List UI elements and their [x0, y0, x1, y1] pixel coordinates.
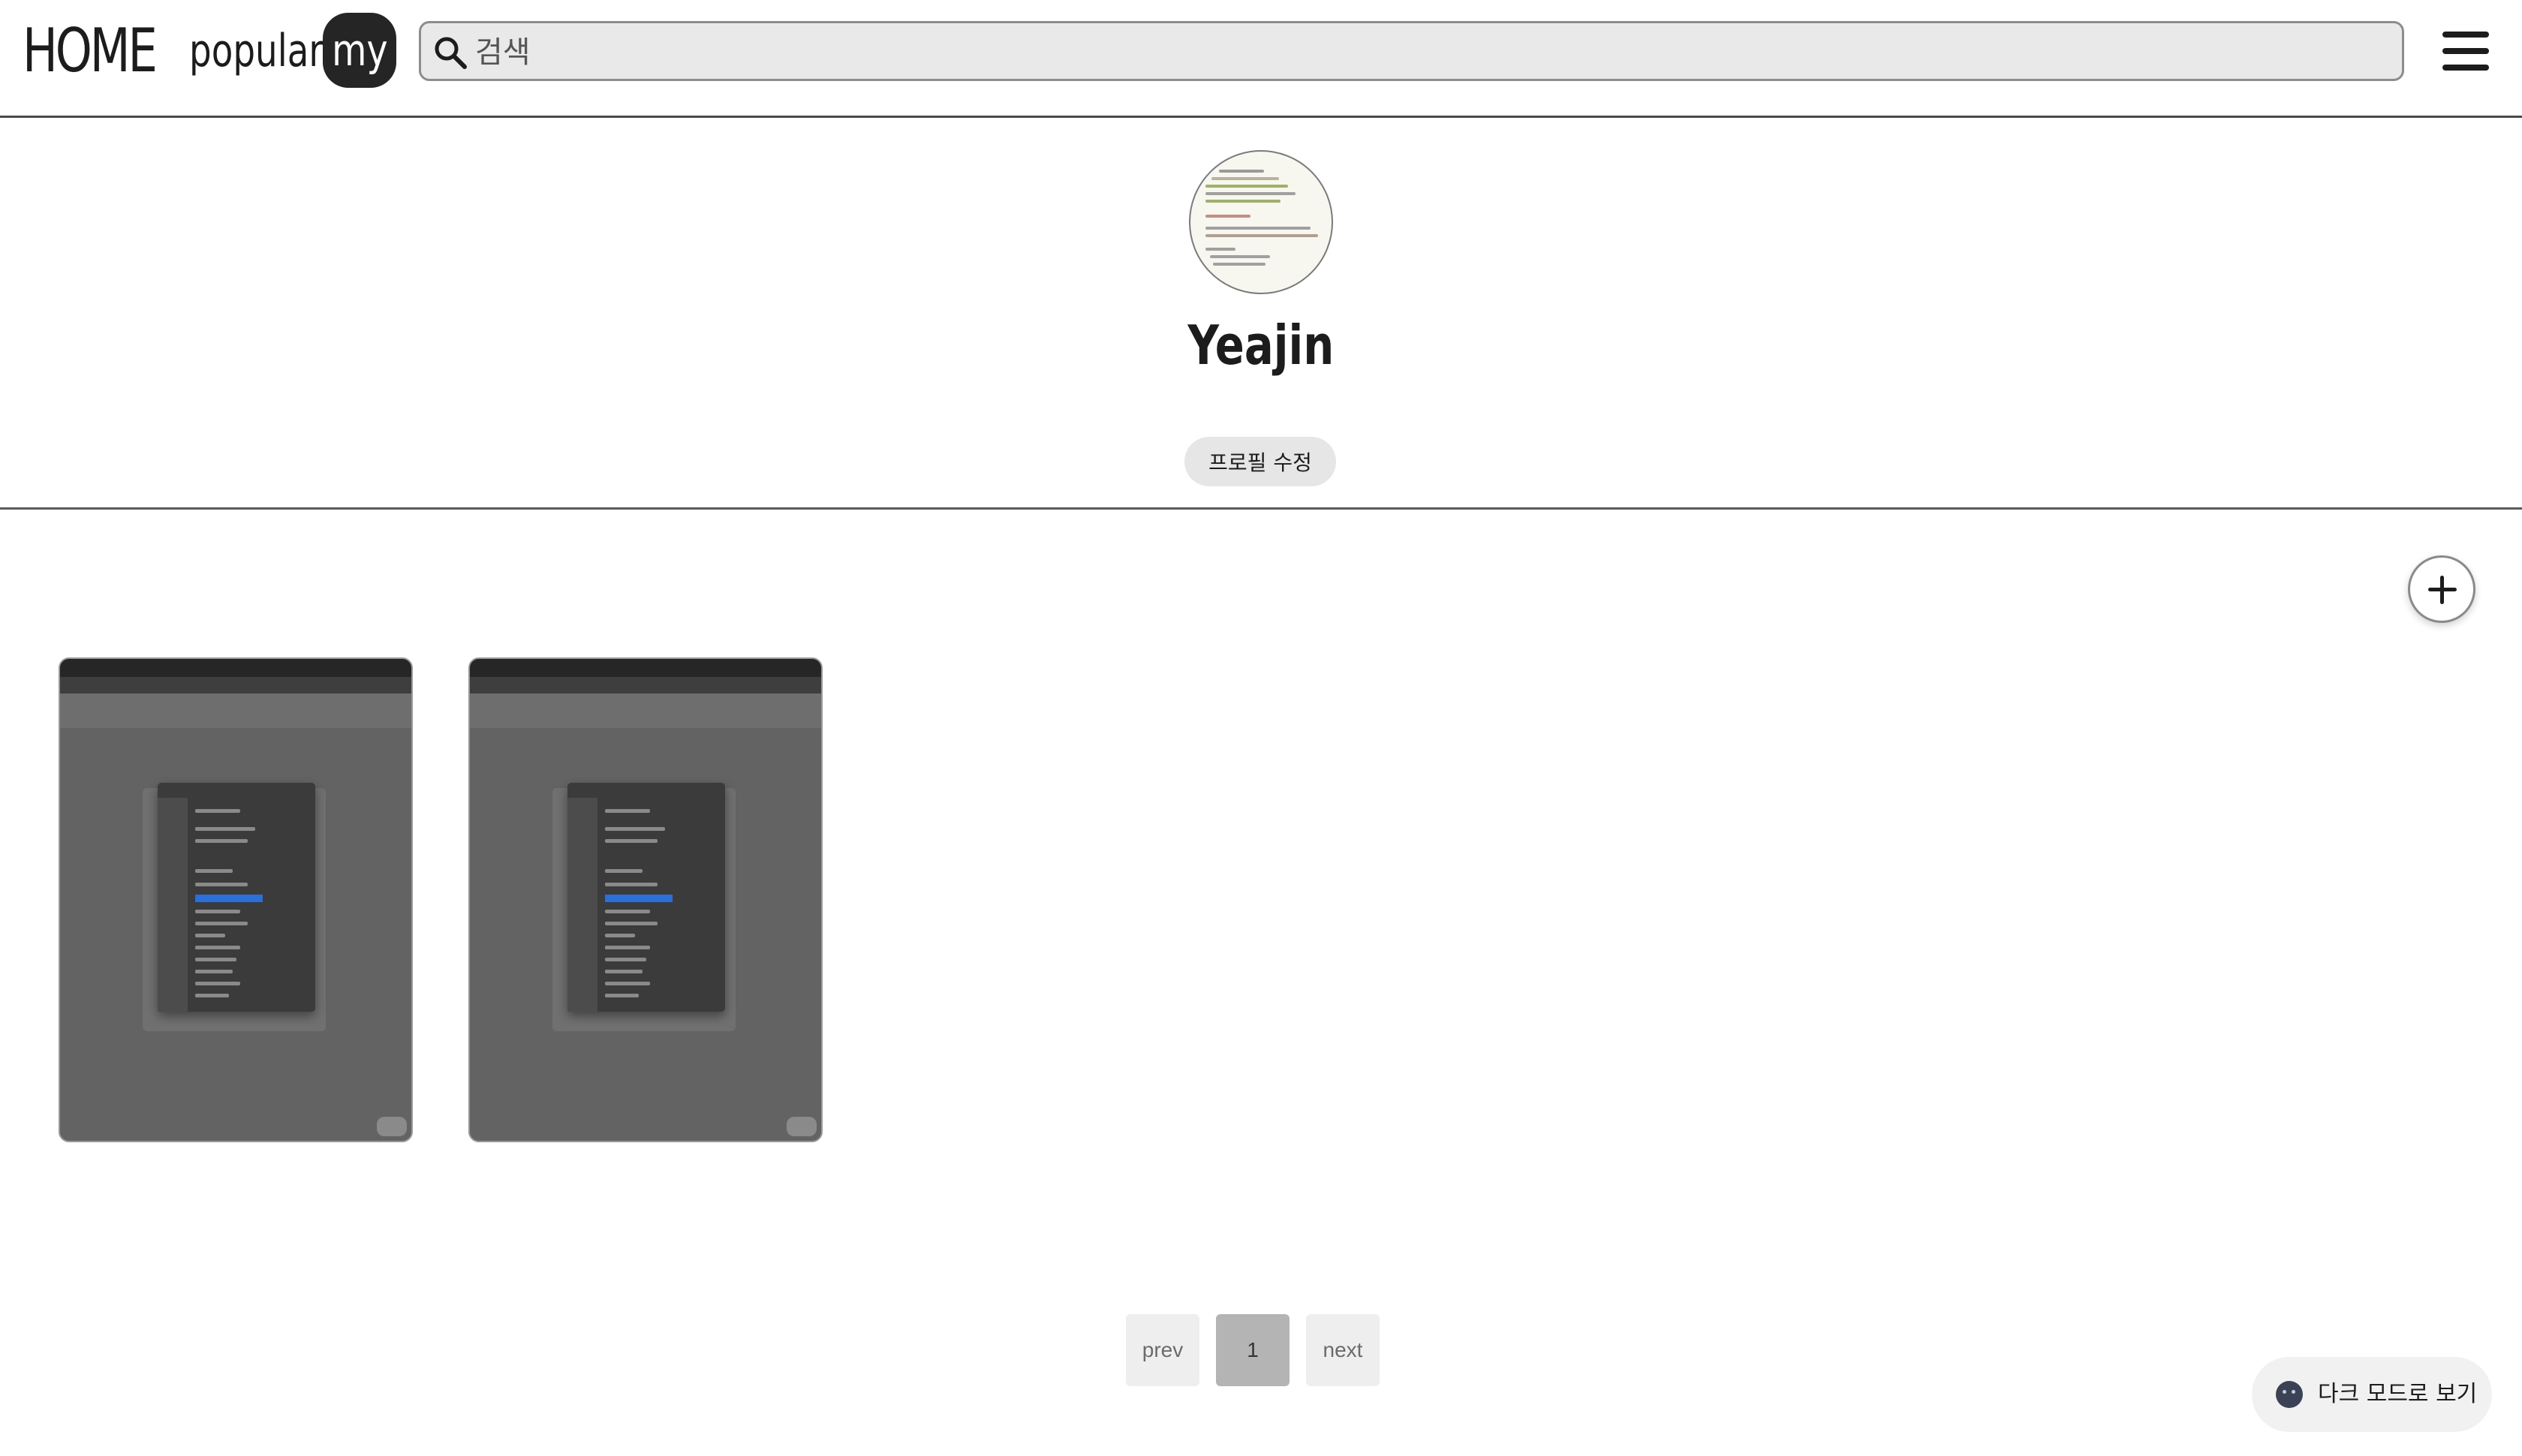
next-page-button[interactable]: next: [1306, 1314, 1380, 1386]
page-1-button[interactable]: 1: [1216, 1314, 1290, 1386]
post-thumbnail[interactable]: [468, 657, 823, 1142]
prev-page-button[interactable]: prev: [1126, 1314, 1199, 1386]
hamburger-menu-icon[interactable]: [2442, 29, 2489, 74]
section-divider: [0, 507, 2522, 510]
profile-avatar: [1189, 150, 1333, 294]
profile-username-text: Yeajin: [1187, 314, 1335, 377]
nav-home-link[interactable]: HOME: [23, 14, 158, 89]
add-post-button[interactable]: [2408, 555, 2475, 623]
profile-username: Yeajin: [0, 309, 2522, 381]
nav-my-label: my: [331, 25, 388, 76]
search-bar[interactable]: [419, 21, 2404, 81]
post-thumbnail[interactable]: [59, 657, 413, 1142]
dark-mode-toggle-button[interactable]: 다크 모드로 보기: [2252, 1357, 2492, 1432]
search-input[interactable]: [474, 26, 2383, 79]
moon-face-icon: [2276, 1381, 2303, 1408]
top-navigation-bar: HOME popular my: [0, 0, 2522, 118]
nav-popular-link[interactable]: popular: [189, 19, 324, 83]
nav-my-link[interactable]: my: [323, 13, 396, 88]
search-icon[interactable]: [432, 34, 469, 71]
dark-mode-label: 다크 모드로 보기: [2318, 1381, 2478, 1407]
edit-profile-button[interactable]: 프로필 수정: [1184, 437, 1336, 486]
